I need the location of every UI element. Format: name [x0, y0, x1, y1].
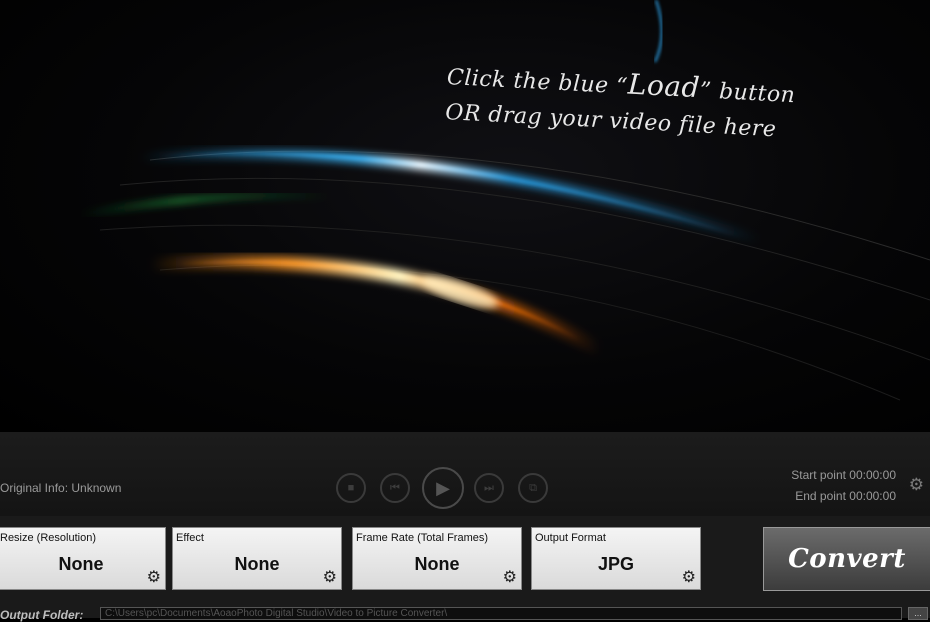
previous-icon: ⏮ — [390, 481, 400, 494]
play-button[interactable]: ▶ — [422, 467, 464, 509]
frame-rate-settings-gear-icon[interactable]: ⚙ — [503, 569, 517, 586]
resize-card-value: None — [58, 554, 104, 574]
effect-card-value: None — [234, 554, 280, 574]
output-format-card-title: Output Format — [535, 532, 606, 544]
snapshot-icon: ⧉ — [529, 481, 537, 494]
output-folder-row: Output Folder: C:\Users\pc\Documents\Aoa… — [0, 602, 930, 622]
output-folder-path-field[interactable]: C:\Users\pc\Documents\AoaoPhoto Digital … — [100, 607, 902, 620]
next-icon: ⏭ — [484, 481, 494, 494]
conversion-settings-bar: Resize (Resolution) None ⚙ Effect None ⚙… — [0, 516, 930, 602]
output-folder-label: Output Folder: — [0, 608, 84, 622]
frame-rate-card-value: None — [414, 554, 460, 574]
effect-settings-gear-icon[interactable]: ⚙ — [323, 569, 337, 586]
convert-button[interactable]: Convert — [763, 527, 930, 591]
resize-card-title: Resize (Resolution) — [0, 532, 96, 544]
trim-points: Start point 00:00:00 End point 00:00:00 — [791, 465, 896, 507]
effect-card[interactable]: Effect None ⚙ — [172, 527, 342, 590]
snapshot-button[interactable]: ⧉ — [518, 473, 548, 503]
load-word: Load — [627, 67, 701, 105]
effect-card-title: Effect — [176, 532, 204, 544]
output-format-card-value: JPG — [597, 554, 635, 574]
resize-card[interactable]: Resize (Resolution) None ⚙ — [0, 527, 166, 590]
stop-button[interactable]: ■ — [336, 473, 366, 503]
browse-folder-button[interactable]: ... — [908, 607, 928, 620]
output-format-settings-gear-icon[interactable]: ⚙ — [682, 569, 696, 586]
resize-settings-gear-icon[interactable]: ⚙ — [147, 569, 161, 586]
frame-rate-card[interactable]: Frame Rate (Total Frames) None ⚙ — [352, 527, 522, 590]
play-icon: ▶ — [436, 477, 450, 498]
trim-settings-gear-icon[interactable]: ⚙ — [909, 476, 924, 493]
output-format-card[interactable]: Output Format JPG ⚙ — [531, 527, 701, 590]
stop-icon: ■ — [347, 482, 355, 494]
original-info-label: Original Info: Unknown — [0, 481, 122, 495]
start-point-label: Start point 00:00:00 — [791, 468, 896, 482]
playback-controls-bar: Original Info: Unknown ■ ⏮ ▶ ⏭ ⧉ Start p… — [0, 432, 930, 516]
next-button[interactable]: ⏭ — [474, 473, 504, 503]
video-preview-area[interactable]: Click the blue “Load” button OR drag you… — [0, 0, 930, 432]
end-point-label: End point 00:00:00 — [795, 489, 896, 503]
previous-button[interactable]: ⏮ — [380, 473, 410, 503]
frame-rate-card-title: Frame Rate (Total Frames) — [356, 532, 489, 544]
